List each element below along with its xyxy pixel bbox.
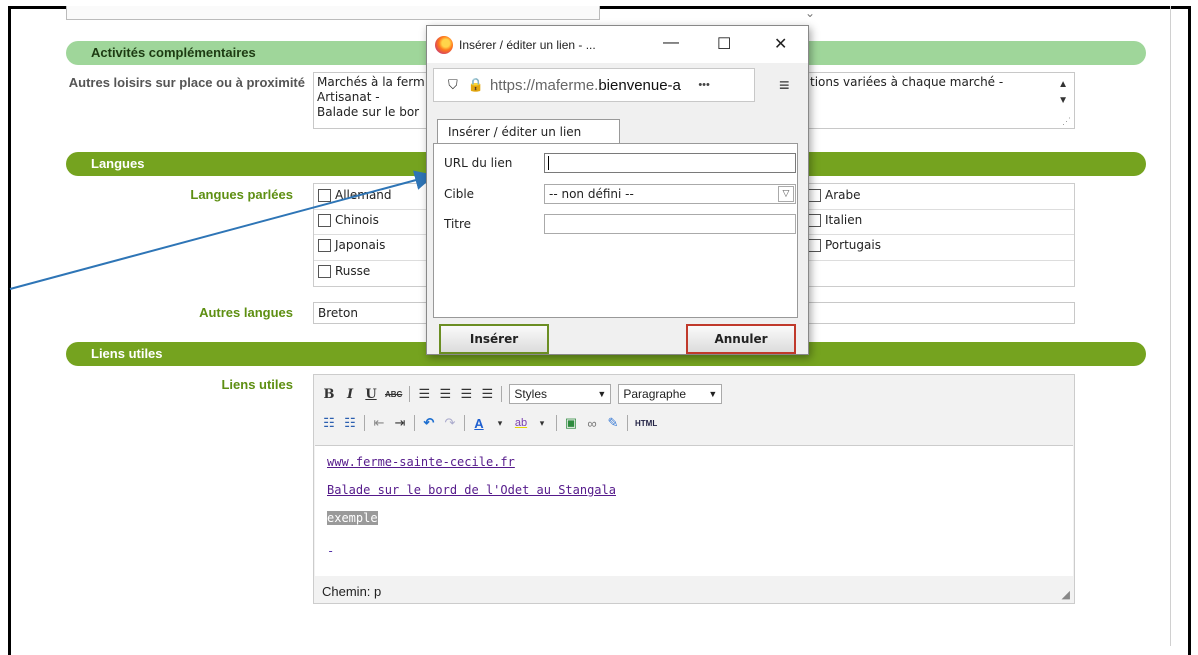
- section-langues-title: Langues: [91, 156, 145, 171]
- checkbox[interactable]: [318, 213, 331, 227]
- undo-icon[interactable]: ↶: [422, 415, 436, 431]
- autres-langues-label: Autres langues: [199, 305, 293, 320]
- target-label: Cible: [444, 187, 475, 201]
- chevron-down-icon[interactable]: ▽: [778, 186, 794, 202]
- lang-chinois[interactable]: Chinois: [318, 213, 379, 227]
- liens-label: Liens utiles: [221, 377, 293, 392]
- activites-label: Autres loisirs sur place ou à proximité: [68, 75, 305, 90]
- dialog-window-title: Insérer / éditer un lien - ...: [459, 37, 596, 52]
- tab-insert-link[interactable]: Insérer / éditer un lien: [437, 119, 620, 144]
- activites-text-left: Marchés à la ferm Artisanat - Balade sur…: [317, 75, 425, 119]
- checkbox[interactable]: [808, 213, 821, 227]
- target-select-value: -- non défini --: [549, 187, 634, 201]
- title-input[interactable]: [544, 214, 796, 234]
- url-input[interactable]: [544, 153, 796, 173]
- dropdown-icon[interactable]: ▾: [535, 418, 549, 429]
- bold-icon[interactable]: B: [322, 387, 336, 402]
- more-icon[interactable]: •••: [698, 79, 710, 91]
- text-color-icon[interactable]: A: [472, 416, 486, 431]
- editor-toolbar-row2: ☷ ☷ ⇤ ⇥ ↶ ↷ A ▾ ab ▾ ▣ ∞ ✎ HTML: [322, 415, 657, 431]
- bullet-list-icon[interactable]: ☷: [322, 415, 336, 431]
- dialog-titlebar: Insérer / éditer un lien - ... — ☐ ✕: [427, 26, 808, 63]
- editor-toolbar-row1: B I U ABC ☰ ☰ ☰ ☰ Styles ▼ Paragraphe ▼: [322, 384, 723, 404]
- section-activites-title: Activités complémentaires: [91, 45, 256, 60]
- align-center-icon[interactable]: ☰: [438, 386, 452, 402]
- firefox-icon: [435, 35, 453, 54]
- insert-link-dialog: Insérer / éditer un lien - ... — ☐ ✕ ⛉ 🔒…: [426, 25, 809, 355]
- selected-text[interactable]: exemple: [327, 511, 378, 525]
- strikethrough-icon[interactable]: ABC: [385, 390, 402, 399]
- chevron-down-icon: ⌄: [805, 6, 816, 20]
- link-icon[interactable]: ∞: [585, 416, 599, 431]
- resize-grip-icon[interactable]: ◢: [1062, 588, 1070, 601]
- scroll-down-icon[interactable]: ▼: [1058, 95, 1068, 106]
- insert-button[interactable]: Insérer: [439, 324, 549, 354]
- checkbox[interactable]: [318, 264, 331, 278]
- link-balade[interactable]: Balade sur le bord de l'Odet au Stangala: [327, 483, 616, 497]
- dialog-panel: URL du lien Cible -- non défini -- ▽ Tit…: [433, 143, 798, 318]
- format-select[interactable]: Paragraphe ▼: [618, 384, 723, 404]
- lang-allemand[interactable]: Allemand: [318, 188, 392, 202]
- resize-grip-icon[interactable]: ⋰: [1062, 116, 1071, 127]
- shield-icon[interactable]: ⛉: [448, 77, 458, 93]
- edit-icon[interactable]: ✎: [606, 415, 620, 431]
- indent-icon[interactable]: ⇥: [393, 415, 407, 431]
- html-source-button[interactable]: HTML: [635, 419, 657, 428]
- checkbox[interactable]: [318, 188, 331, 202]
- dropdown-icon[interactable]: ▾: [493, 418, 507, 429]
- checkbox[interactable]: [808, 238, 821, 252]
- previous-field-stub: [66, 6, 600, 20]
- lang-japonais[interactable]: Japonais: [318, 238, 385, 252]
- underline-icon[interactable]: U: [364, 387, 378, 402]
- activites-text-right: tions variées à chaque marché -: [810, 75, 1004, 89]
- italic-icon[interactable]: I: [343, 387, 357, 402]
- styles-select[interactable]: Styles ▼: [509, 384, 612, 404]
- rich-text-editor: B I U ABC ☰ ☰ ☰ ☰ Styles ▼ Paragraphe ▼ ☷ …: [313, 374, 1075, 604]
- redo-icon[interactable]: ↷: [443, 415, 457, 431]
- link-ferme[interactable]: www.ferme-sainte-cecile.fr: [327, 455, 515, 469]
- checkbox[interactable]: [808, 188, 821, 202]
- url-label: URL du lien: [444, 156, 513, 170]
- maximize-icon[interactable]: ☐: [717, 34, 731, 54]
- align-justify-icon[interactable]: ☰: [480, 386, 494, 402]
- link-dash[interactable]: -: [327, 544, 334, 558]
- url-domain: bienvenue-a: [598, 76, 681, 94]
- lang-arabe[interactable]: Arabe: [808, 188, 861, 202]
- lang-portugais[interactable]: Portugais: [808, 238, 881, 252]
- editor-content[interactable]: www.ferme-sainte-cecile.fr Balade sur le…: [315, 445, 1073, 576]
- editor-path: Chemin: p: [322, 584, 382, 599]
- menu-icon[interactable]: ≡: [779, 75, 790, 96]
- title-label: Titre: [444, 217, 472, 231]
- dialog-url-bar[interactable]: ⛉ 🔒 https://maferme. bienvenue-a •••: [433, 68, 755, 102]
- scrollbar-track[interactable]: [1170, 6, 1171, 646]
- target-select[interactable]: -- non défini -- ▽: [544, 184, 796, 204]
- lock-icon: 🔒: [467, 77, 484, 92]
- checkbox[interactable]: [318, 238, 331, 252]
- close-icon[interactable]: ✕: [774, 34, 787, 54]
- lang-russe[interactable]: Russe: [318, 264, 370, 278]
- lang-italien[interactable]: Italien: [808, 213, 862, 227]
- align-left-icon[interactable]: ☰: [417, 386, 431, 402]
- cancel-button[interactable]: Annuler: [686, 324, 796, 354]
- scroll-up-icon[interactable]: ▲: [1058, 79, 1068, 90]
- image-icon[interactable]: ▣: [564, 415, 578, 431]
- highlight-color-icon[interactable]: ab: [514, 417, 528, 429]
- section-liens-title: Liens utiles: [91, 346, 163, 361]
- langues-label: Langues parlées: [190, 187, 293, 202]
- url-prefix: https://maferme.: [489, 76, 599, 94]
- outdent-icon[interactable]: ⇤: [372, 415, 386, 431]
- minimize-icon[interactable]: —: [663, 34, 679, 52]
- numbered-list-icon[interactable]: ☷: [343, 415, 357, 431]
- align-right-icon[interactable]: ☰: [459, 386, 473, 402]
- text-cursor: [548, 156, 549, 170]
